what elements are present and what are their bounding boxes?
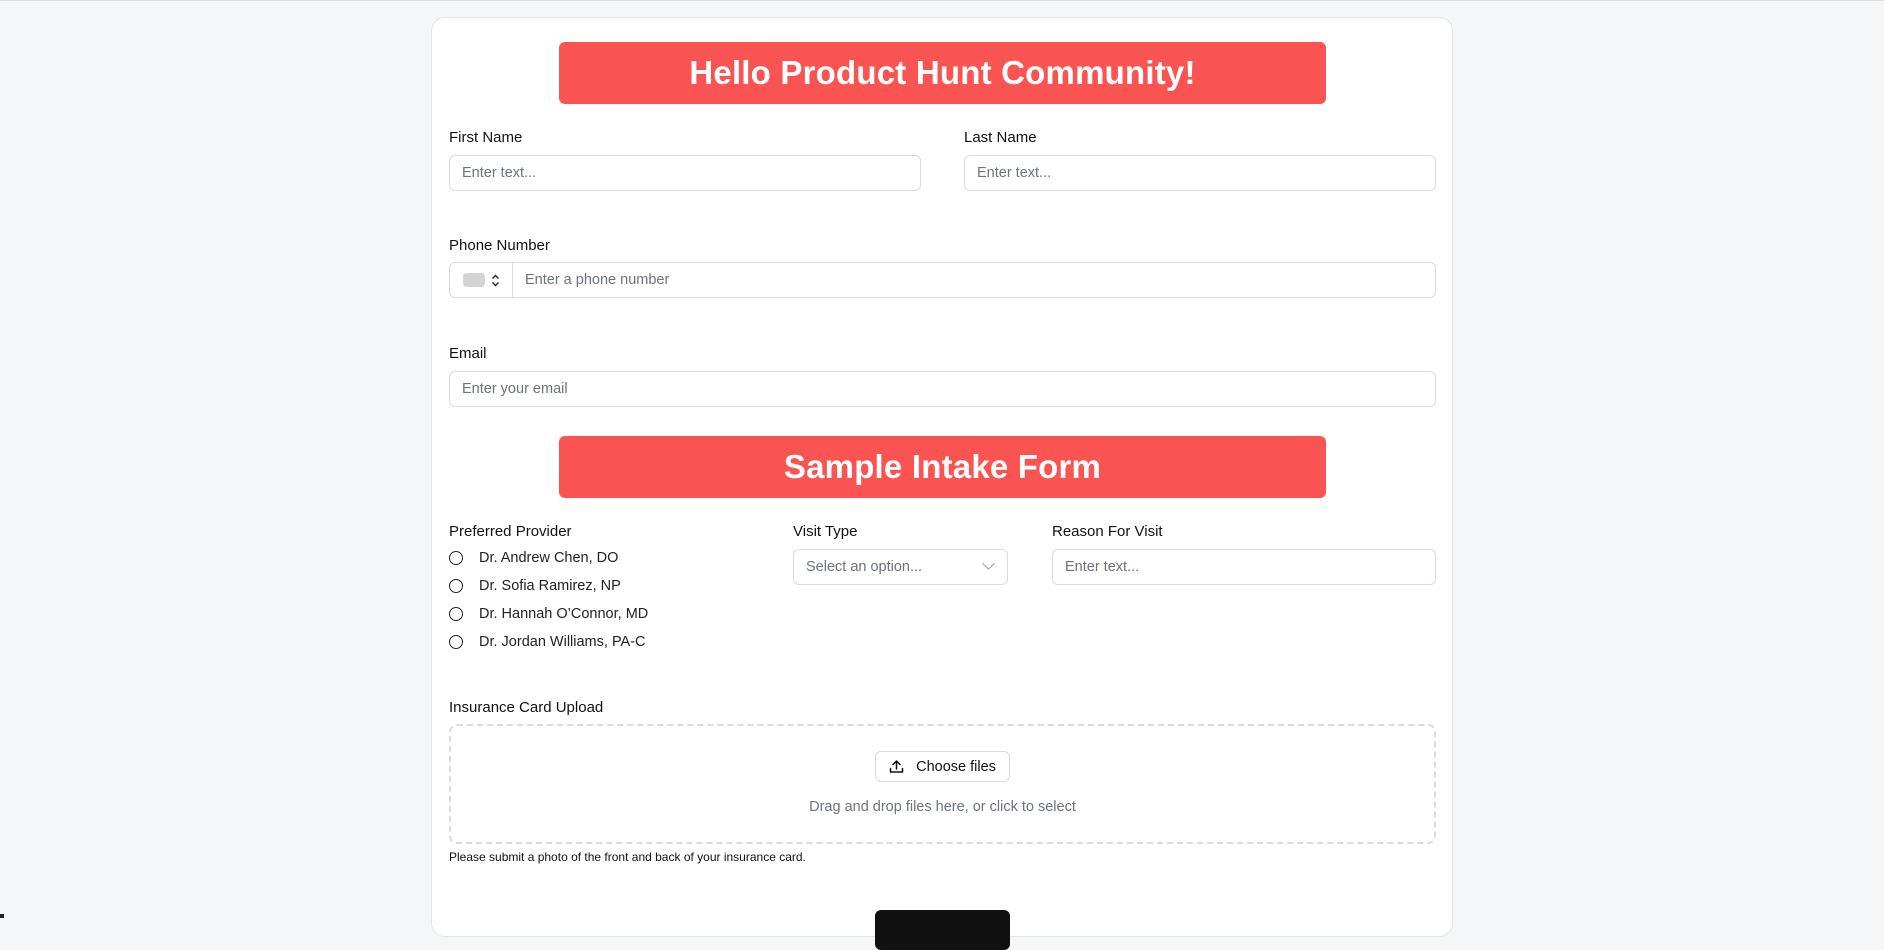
dropzone-text: Drag and drop files here, or click to se… — [809, 799, 1076, 815]
choose-files-label: Choose files — [916, 758, 996, 775]
last-name-placeholder: Enter text... — [977, 165, 1052, 181]
provider-option[interactable]: Dr. Hannah O’Connor, MD — [449, 606, 648, 622]
radio-button[interactable] — [449, 579, 463, 593]
email-placeholder: Enter your email — [462, 381, 568, 397]
radio-button[interactable] — [449, 607, 463, 621]
radio-button[interactable] — [449, 551, 463, 565]
choose-files-button[interactable]: Choose files — [875, 751, 1010, 782]
provider-option[interactable]: Dr. Sofia Ramirez, NP — [449, 578, 621, 594]
insurance-label: Insurance Card Upload — [449, 699, 604, 716]
reason-placeholder: Enter text... — [1065, 559, 1140, 575]
email-input[interactable]: Enter your email — [449, 371, 1436, 407]
chevron-updown-icon — [491, 274, 500, 287]
section-banner: Sample Intake Form — [559, 436, 1326, 498]
first-name-placeholder: Enter text... — [462, 165, 537, 181]
submit-button[interactable] — [875, 910, 1010, 950]
provider-option[interactable]: Dr. Jordan Williams, PA-C — [449, 634, 646, 650]
visit-type-select[interactable]: Select an option... — [793, 549, 1008, 585]
first-name-label: First Name — [449, 129, 523, 146]
phone-input[interactable]: Enter a phone number — [513, 263, 669, 297]
last-name-label: Last Name — [964, 129, 1037, 146]
preferred-provider-label: Preferred Provider — [449, 523, 572, 540]
upload-icon — [889, 759, 904, 774]
provider-option-label: Dr. Jordan Williams, PA-C — [479, 634, 646, 650]
visit-type-placeholder: Select an option... — [806, 559, 923, 575]
country-flag-icon — [462, 273, 485, 287]
welcome-banner: Hello Product Hunt Community! — [559, 42, 1326, 104]
insurance-helper-text: Please submit a photo of the front and b… — [449, 850, 806, 864]
provider-option-label: Dr. Hannah O’Connor, MD — [479, 606, 649, 622]
top-divider — [0, 0, 1884, 1]
phone-field: Enter a phone number — [449, 262, 1436, 298]
country-selector[interactable] — [450, 263, 513, 297]
reason-label: Reason For Visit — [1052, 523, 1163, 540]
last-name-input[interactable]: Enter text... — [964, 155, 1436, 191]
insurance-dropzone[interactable]: Choose files Drag and drop files here, o… — [449, 724, 1436, 844]
provider-option[interactable]: Dr. Andrew Chen, DO — [449, 550, 618, 566]
phone-label: Phone Number — [449, 237, 550, 254]
provider-option-label: Dr. Andrew Chen, DO — [479, 550, 619, 566]
phone-placeholder: Enter a phone number — [525, 272, 670, 288]
provider-option-label: Dr. Sofia Ramirez, NP — [479, 578, 621, 594]
radio-button[interactable] — [449, 635, 463, 649]
email-label: Email — [449, 345, 487, 362]
visit-type-label: Visit Type — [793, 523, 858, 540]
chevron-down-icon — [982, 557, 995, 570]
first-name-input[interactable]: Enter text... — [449, 155, 921, 191]
corner-mark — [0, 914, 4, 918]
intake-form-card: Hello Product Hunt Community! First Name… — [431, 17, 1453, 950]
reason-input[interactable]: Enter text... — [1052, 549, 1436, 585]
